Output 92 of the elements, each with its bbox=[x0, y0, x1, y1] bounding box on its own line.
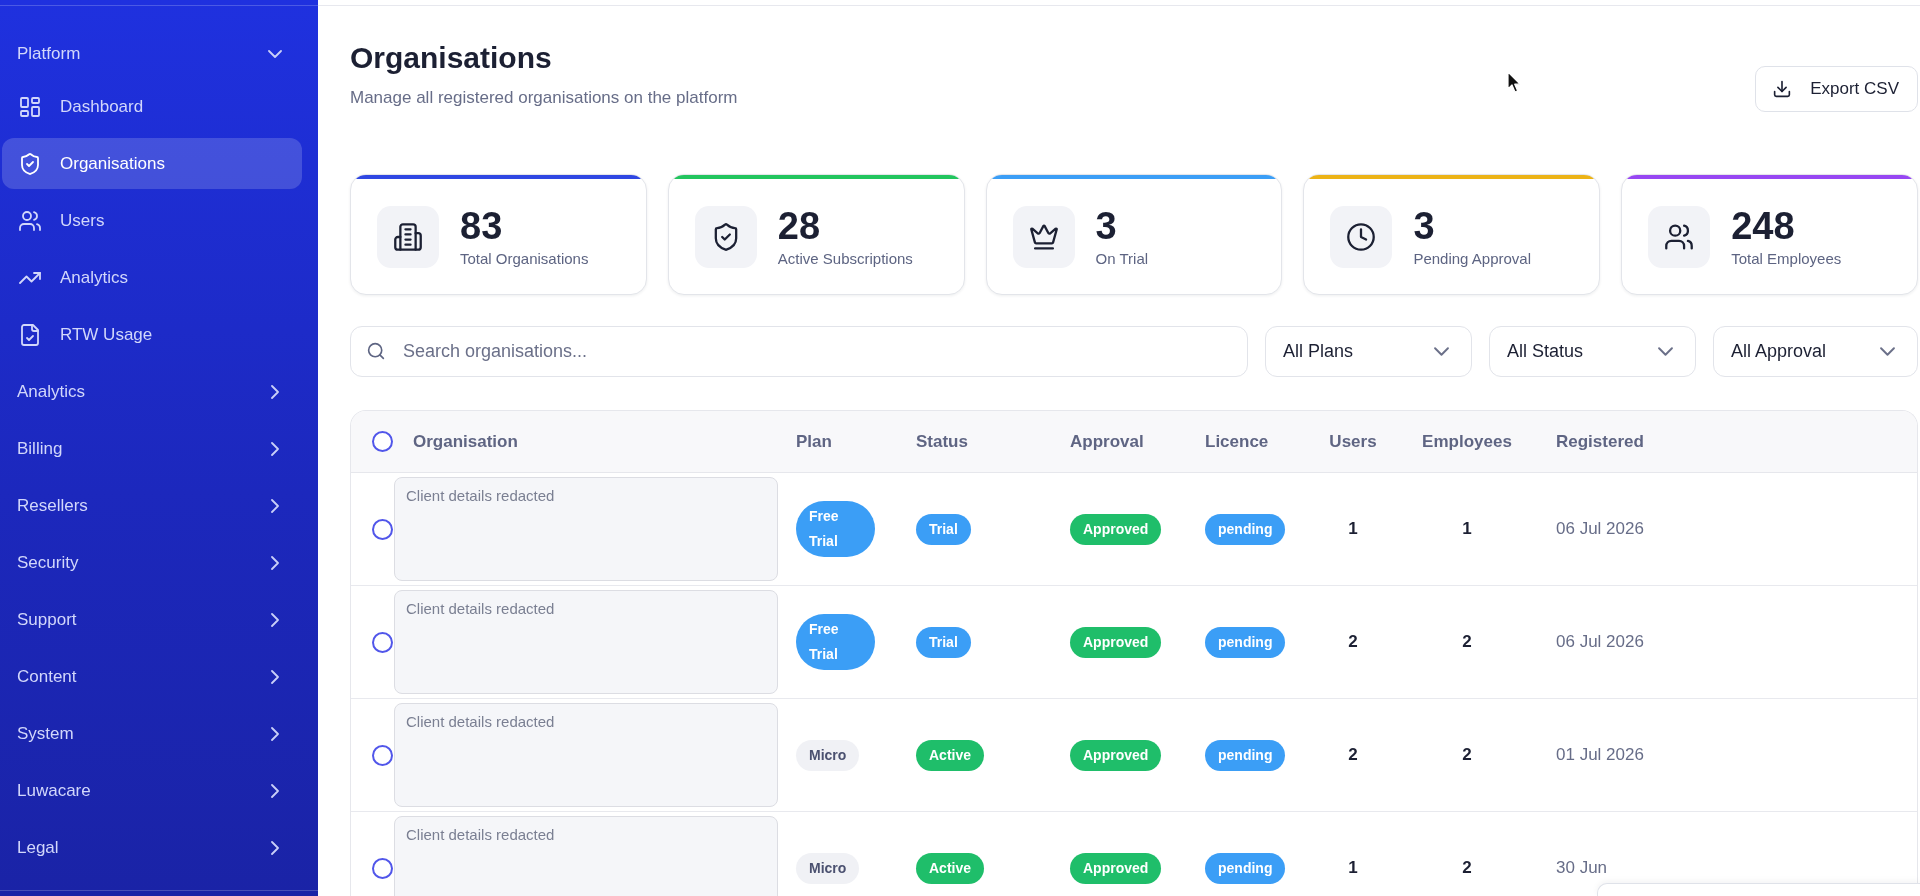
licence-badge: pending bbox=[1205, 852, 1286, 884]
chevron-down-icon bbox=[1658, 347, 1673, 356]
column-header: Employees bbox=[1422, 431, 1512, 451]
column-header: Plan bbox=[796, 431, 832, 451]
column-header: Licence bbox=[1205, 431, 1269, 451]
plan-badge: Free Trial bbox=[796, 501, 875, 557]
users-count: 1 bbox=[1348, 519, 1358, 538]
sidebar-section[interactable]: Platform bbox=[0, 28, 318, 79]
status-badge: Trial bbox=[916, 626, 971, 658]
status-badge: Active bbox=[916, 739, 985, 771]
employees-count: 1 bbox=[1462, 519, 1472, 538]
sidebar-item[interactable]: Users bbox=[2, 195, 302, 246]
column-header: Organisation bbox=[413, 431, 518, 451]
stat-label: Total Organisations bbox=[460, 249, 589, 268]
sidebar-section[interactable]: Billing bbox=[0, 423, 318, 474]
sidebar-section[interactable]: Legal bbox=[0, 822, 318, 873]
filter-dropdown[interactable]: All Approval bbox=[1713, 326, 1918, 377]
row-checkbox[interactable] bbox=[372, 744, 393, 766]
filter-dropdown[interactable]: All Plans bbox=[1265, 326, 1472, 377]
plan-badge: Free Trial bbox=[796, 614, 875, 670]
users-count: 2 bbox=[1348, 632, 1358, 651]
stat-value: 28 bbox=[777, 205, 821, 246]
employees-count: 2 bbox=[1462, 745, 1472, 764]
status-badge: Active bbox=[916, 852, 985, 884]
registered-date: 30 Jun bbox=[1556, 858, 1608, 877]
stat-label: Total Employees bbox=[1731, 249, 1842, 268]
sidebar-section[interactable]: Resellers bbox=[0, 480, 318, 531]
row-checkbox[interactable] bbox=[372, 857, 393, 879]
stat-label: Pending Approval bbox=[1413, 249, 1531, 268]
registered-date: 06 Jul 2026 bbox=[1556, 519, 1644, 538]
column-header: Users bbox=[1329, 431, 1377, 451]
approval-badge: Approved bbox=[1070, 513, 1162, 545]
employees-count: 2 bbox=[1462, 632, 1472, 651]
approval-badge: Approved bbox=[1070, 852, 1162, 884]
search-field[interactable]: Search organisations... bbox=[350, 326, 1248, 377]
row-checkbox[interactable] bbox=[372, 631, 393, 653]
dashboard-icon bbox=[19, 95, 41, 118]
users-count: 1 bbox=[1348, 858, 1358, 877]
redaction-text: Client details redacted bbox=[406, 826, 555, 844]
sidebar-item[interactable]: Analytics bbox=[2, 252, 302, 303]
stat-value: 248 bbox=[1731, 205, 1795, 246]
shield-check-icon bbox=[19, 152, 41, 175]
status-badge: Trial bbox=[916, 513, 971, 545]
users-icon bbox=[1648, 205, 1711, 268]
shield-check-icon bbox=[694, 205, 757, 268]
users-icon bbox=[19, 209, 41, 232]
redaction-text: Client details redacted bbox=[406, 713, 555, 731]
clock-icon bbox=[1330, 205, 1393, 268]
file-check-icon bbox=[19, 323, 41, 346]
registered-date: 01 Jul 2026 bbox=[1556, 745, 1644, 764]
stat-value: 3 bbox=[1413, 205, 1435, 246]
crown-icon bbox=[1012, 205, 1075, 268]
download-icon bbox=[1773, 80, 1792, 98]
approval-badge: Approved bbox=[1070, 626, 1162, 658]
filter-dropdown[interactable]: All Status bbox=[1489, 326, 1696, 377]
column-header: Status bbox=[916, 431, 968, 451]
sidebar-section[interactable]: Analytics bbox=[0, 366, 318, 417]
licence-badge: pending bbox=[1205, 513, 1286, 545]
sidebar-item[interactable]: Organisations bbox=[2, 138, 302, 189]
chevron-down-icon bbox=[1880, 347, 1895, 356]
sidebar-item[interactable]: RTW Usage bbox=[2, 309, 302, 360]
licence-badge: pending bbox=[1205, 626, 1286, 658]
sidebar-section[interactable]: Support bbox=[0, 594, 318, 645]
export-button[interactable]: Export CSV bbox=[1755, 66, 1918, 112]
employees-count: 2 bbox=[1462, 858, 1472, 877]
sidebar-item[interactable]: Dashboard bbox=[2, 81, 302, 132]
cursor-icon bbox=[1507, 71, 1521, 93]
page-title: Organisations bbox=[350, 40, 553, 76]
search-icon bbox=[367, 342, 385, 360]
sidebar-section[interactable]: Luwacare bbox=[0, 765, 318, 816]
sidebar-section[interactable]: Content bbox=[0, 651, 318, 702]
row-checkbox[interactable] bbox=[372, 518, 393, 540]
select-all-checkbox[interactable] bbox=[372, 431, 393, 452]
stat-label: On Trial bbox=[1095, 249, 1149, 268]
chevron-down-icon bbox=[1434, 347, 1449, 356]
plan-badge: Micro bbox=[796, 852, 860, 884]
registered-date: 06 Jul 2026 bbox=[1556, 632, 1644, 651]
stat-label: Active Subscriptions bbox=[777, 249, 913, 268]
column-header: Approval bbox=[1070, 431, 1144, 451]
redaction-text: Client details redacted bbox=[406, 487, 555, 505]
page-subtitle: Manage all registered organisations on the platform bbox=[350, 88, 738, 108]
stat-value: 83 bbox=[460, 205, 503, 246]
approval-badge: Approved bbox=[1070, 739, 1162, 771]
redaction-text: Client details redacted bbox=[406, 600, 555, 618]
stat-value: 3 bbox=[1095, 205, 1117, 246]
sidebar-section[interactable]: Security bbox=[0, 537, 318, 588]
users-count: 2 bbox=[1348, 745, 1358, 764]
sidebar-section[interactable]: System bbox=[0, 708, 318, 759]
column-header: Registered bbox=[1556, 431, 1644, 451]
building-icon bbox=[377, 205, 439, 268]
licence-badge: pending bbox=[1205, 739, 1286, 771]
plan-badge: Micro bbox=[796, 739, 860, 771]
